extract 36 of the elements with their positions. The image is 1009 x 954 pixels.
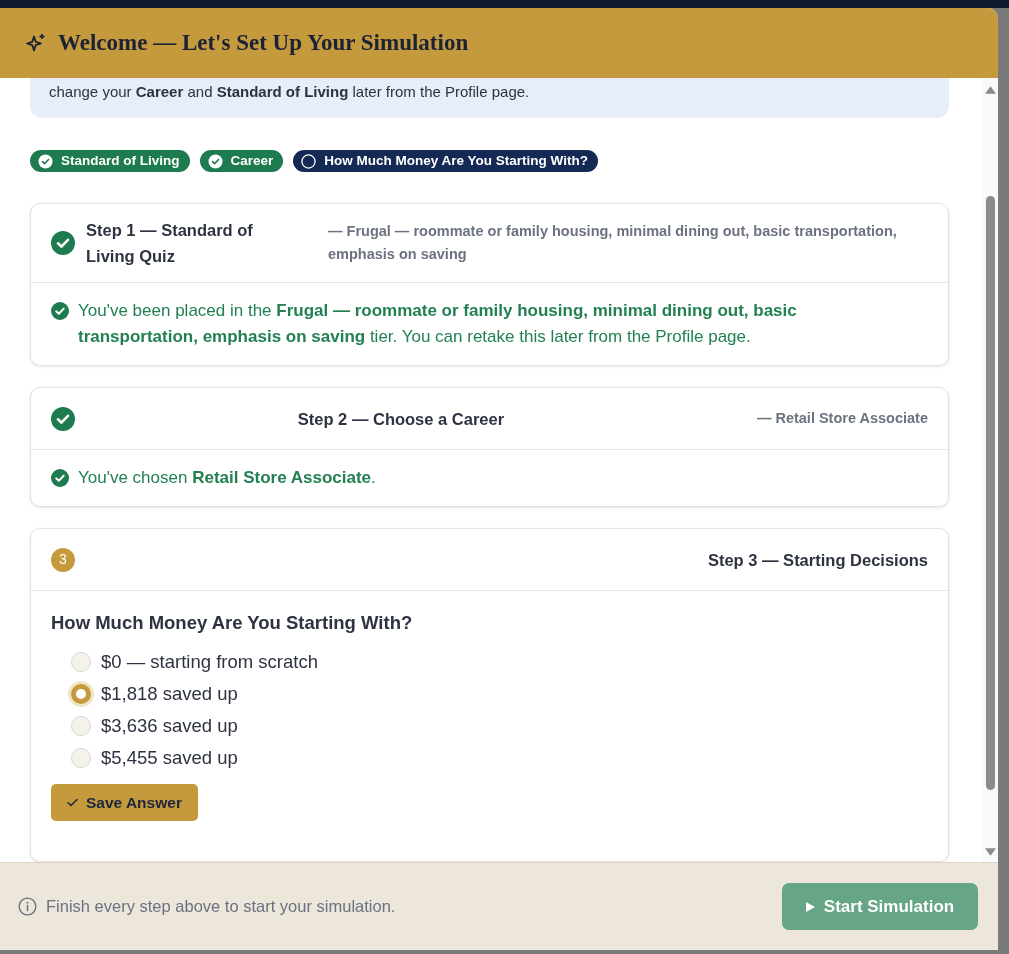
footer-hint: Finish every step above to start your simulation. bbox=[46, 896, 396, 918]
radio-button[interactable] bbox=[71, 748, 91, 768]
scrollbar-thumb[interactable] bbox=[986, 196, 995, 790]
ring-icon bbox=[301, 153, 317, 169]
sparkle-icon bbox=[26, 33, 46, 53]
play-icon bbox=[805, 901, 815, 912]
radio-button[interactable] bbox=[71, 684, 91, 704]
step-number-badge: 3 bbox=[51, 547, 75, 572]
scroll-down-arrow-icon[interactable] bbox=[985, 848, 996, 856]
progress-badge: Career bbox=[199, 150, 284, 172]
info-icon bbox=[18, 897, 37, 916]
question-text: How Much Money Are You Starting With? bbox=[51, 611, 413, 635]
radio-option[interactable]: $5,455 saved up bbox=[71, 742, 238, 774]
progress-badge: Standard of Living bbox=[30, 150, 190, 172]
save-answer-button[interactable]: Save Answer bbox=[51, 784, 198, 821]
radio-option[interactable]: $3,636 saved up bbox=[71, 710, 238, 742]
step-summary: — Retail Store Associate bbox=[756, 409, 928, 428]
check-circle-icon bbox=[51, 302, 69, 320]
step-title: Step 1 — Standard of Living Quiz bbox=[86, 220, 254, 267]
step-title: Step 2 — Choose a Career bbox=[297, 408, 505, 430]
scroll-up-arrow-icon[interactable] bbox=[985, 86, 996, 94]
radio-option[interactable]: $0 — starting from scratch bbox=[71, 646, 318, 678]
radio-button[interactable] bbox=[71, 716, 91, 736]
dialog-title: Welcome — Let's Set Up Your Simulation bbox=[58, 28, 469, 57]
radio-option[interactable]: $1,818 saved up bbox=[71, 678, 238, 710]
check-circle-icon bbox=[38, 153, 53, 169]
radio-button[interactable] bbox=[71, 652, 91, 672]
notice-text: change your Career and Standard of Living later from the Profile page. bbox=[49, 82, 531, 102]
check-circle-icon bbox=[207, 153, 223, 169]
result-message: You've chosen Retail Store Associate. bbox=[78, 467, 376, 489]
step-title: Step 3 — Starting Decisions bbox=[707, 549, 928, 571]
checkmark-icon bbox=[67, 798, 78, 807]
progress-badge: How Much Money Are You Starting With? bbox=[293, 150, 598, 172]
result-message: You've been placed in the Frugal — roommate or family housing, minimal dining out, basic transportation, emphasis on saving tier. You can retake this later from the Profile page. bbox=[78, 300, 798, 348]
step-summary: — Frugal — roommate or family housing, minimal dining out, basic transportation, emphasis on saving bbox=[328, 222, 898, 264]
check-circle-icon bbox=[51, 469, 69, 487]
